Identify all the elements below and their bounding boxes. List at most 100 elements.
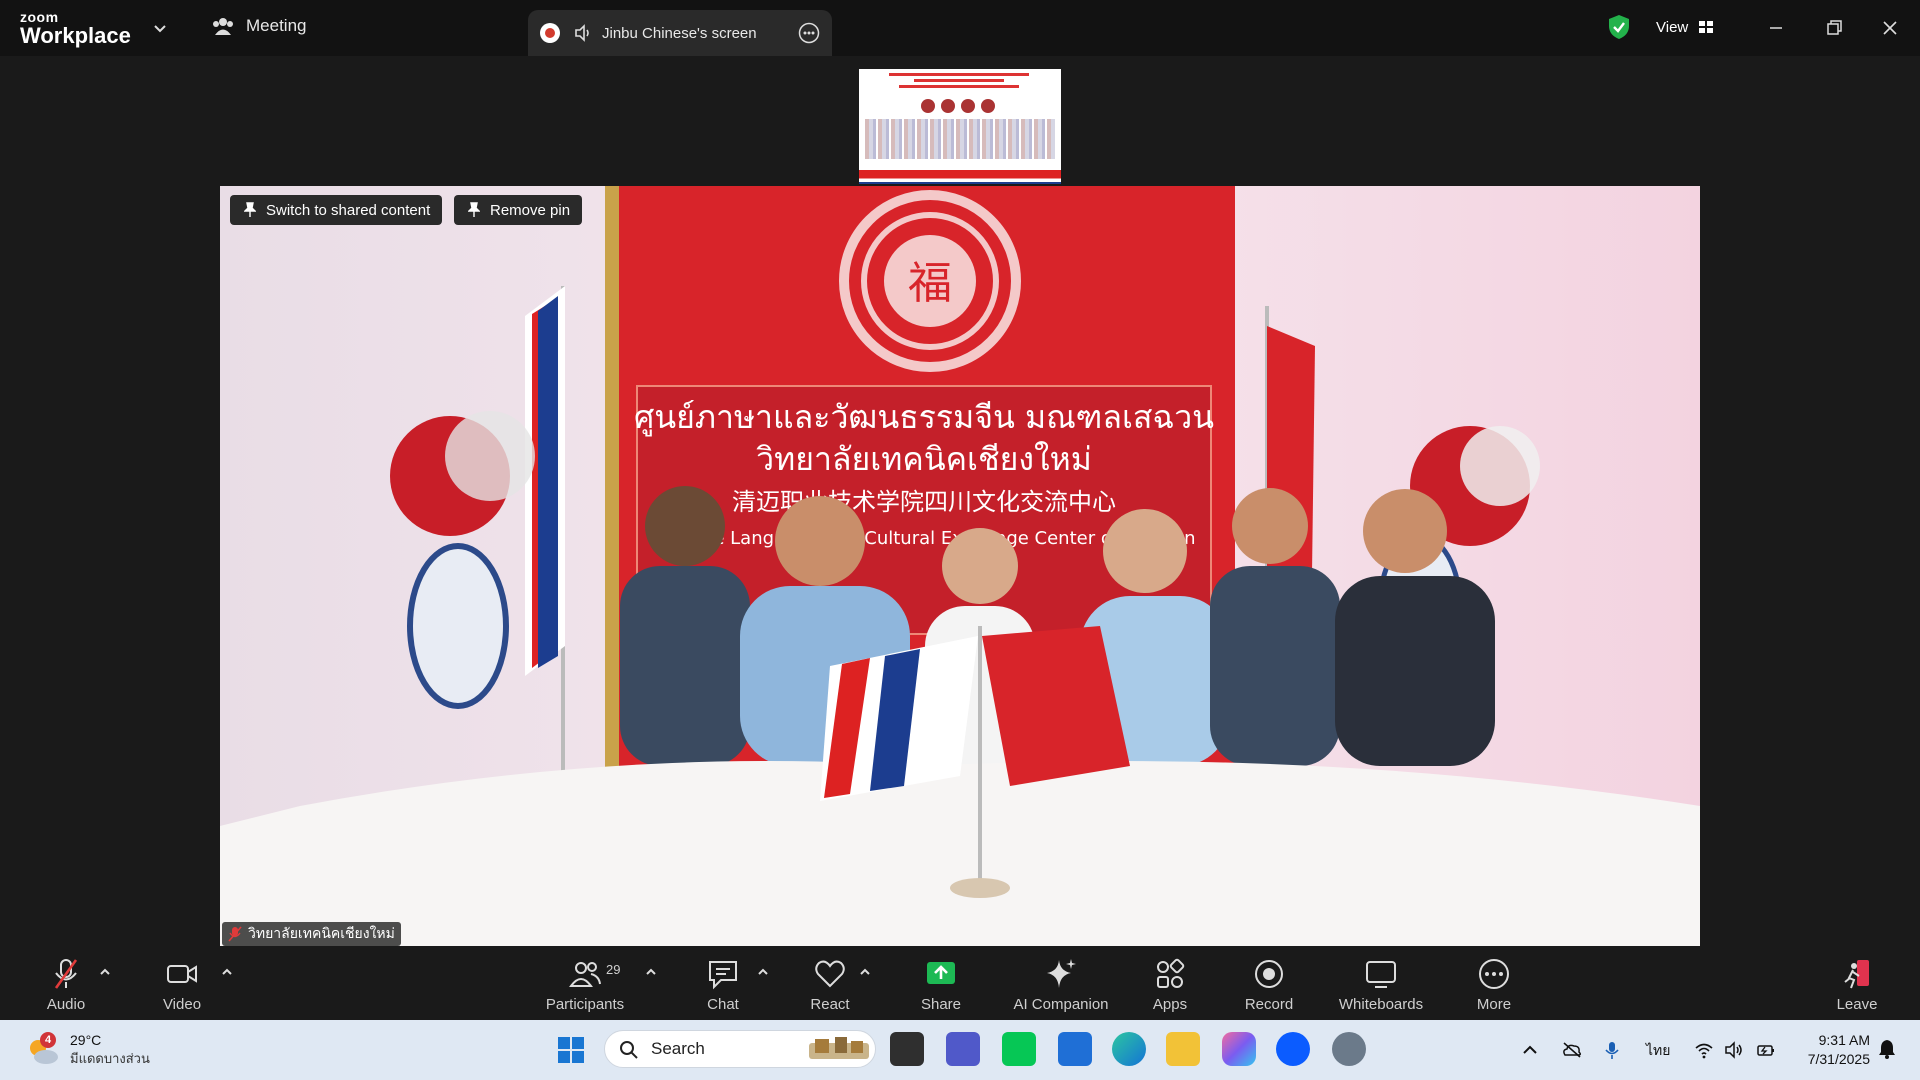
system-clock[interactable]: 9:31 AM 7/31/2025 bbox=[1790, 1031, 1870, 1069]
seal-character: 福 bbox=[908, 258, 952, 309]
share-label: Share bbox=[920, 996, 962, 1013]
taskbar-search[interactable]: Search bbox=[604, 1030, 876, 1068]
chevron-up-icon[interactable] bbox=[857, 964, 873, 980]
chat-label: Chat bbox=[707, 996, 739, 1013]
meeting-tab[interactable]: Meeting bbox=[212, 16, 306, 36]
react-label: React bbox=[810, 996, 850, 1013]
pinned-video[interactable]: 福 ศูนย์ภาษาและวัฒนธรรมจีน มณฑลเสฉวน วิทย… bbox=[220, 186, 1700, 946]
participants-icon bbox=[213, 18, 233, 35]
meeting-label: Meeting bbox=[246, 16, 307, 35]
file-explorer-icon[interactable] bbox=[1166, 1032, 1200, 1066]
more-button[interactable]: More bbox=[1434, 956, 1554, 1013]
search-icon bbox=[620, 1041, 638, 1059]
more-label: More bbox=[1476, 996, 1512, 1013]
close-icon[interactable] bbox=[1876, 14, 1904, 42]
thumbnail-flag-stripe bbox=[859, 160, 1061, 184]
record-label: Record bbox=[1244, 996, 1294, 1013]
switch-to-shared-content-button[interactable]: Switch to shared content bbox=[230, 195, 443, 225]
minimize-icon[interactable] bbox=[1762, 14, 1790, 42]
participant-name-badge: วิทยาลัยเทคนิคเชียงใหม่ bbox=[222, 922, 401, 946]
speaker-icon bbox=[575, 24, 589, 42]
remove-pin-button[interactable]: Remove pin bbox=[454, 195, 583, 225]
weather-widget[interactable]: 4 29°C มีแดดบางส่วน bbox=[26, 1031, 150, 1069]
restore-icon[interactable] bbox=[1820, 14, 1848, 42]
microphone-icon[interactable] bbox=[1602, 1040, 1622, 1060]
chevron-up-icon[interactable] bbox=[219, 964, 235, 980]
weather-temp: 29°C bbox=[70, 1032, 102, 1048]
participant-name: วิทยาลัยเทคนิคเชียงใหม่ bbox=[248, 925, 395, 941]
chevron-up-icon[interactable] bbox=[755, 964, 771, 980]
edge-icon[interactable] bbox=[1112, 1032, 1146, 1066]
share-screen-icon bbox=[927, 962, 955, 984]
pin-icon bbox=[244, 202, 256, 217]
meeting-toolbar: Audio Video Participants 29 Chat React S… bbox=[0, 950, 1920, 1020]
chevron-down-icon[interactable] bbox=[150, 18, 170, 38]
ai-companion-button[interactable]: AI Companion bbox=[1001, 956, 1121, 1013]
thumbnail-logos bbox=[921, 99, 995, 113]
view-button[interactable]: View bbox=[1640, 12, 1730, 42]
muted-mic-icon bbox=[54, 959, 78, 989]
logo-small-text: zoom bbox=[20, 9, 59, 25]
whiteboard-icon bbox=[1366, 961, 1396, 988]
search-highlight-icon bbox=[809, 1037, 869, 1059]
encryption-shield-icon[interactable] bbox=[1606, 14, 1632, 40]
leave-icon bbox=[1844, 960, 1869, 989]
notifications-icon[interactable] bbox=[1876, 1038, 1898, 1060]
apps-icon bbox=[1157, 958, 1185, 988]
record-button[interactable]: Record bbox=[1209, 956, 1329, 1013]
muted-mic-icon bbox=[228, 926, 242, 942]
heart-icon bbox=[815, 960, 845, 988]
shared-content-thumbnail[interactable] bbox=[859, 69, 1061, 184]
record-icon bbox=[1255, 960, 1283, 988]
banner-thai-line-1: ศูนย์ภาษาและวัฒนธรรมจีน มณฑลเสฉวน bbox=[634, 398, 1214, 437]
participants-button[interactable]: Participants bbox=[525, 956, 645, 1013]
screen-share-tab-label: Jinbu Chinese's screen bbox=[602, 24, 757, 42]
video-frame: 福 ศูนย์ภาษาและวัฒนธรรมจีน มณฑลเสฉวน วิทย… bbox=[220, 186, 1700, 946]
banner-thai-line-2: วิทยาลัยเทคนิคเชียงใหม่ bbox=[756, 440, 1092, 478]
video-label: Video bbox=[162, 996, 202, 1013]
chat-icon bbox=[709, 961, 737, 990]
task-view-icon[interactable] bbox=[890, 1032, 924, 1066]
windows-taskbar: 4 29°C มีแดดบางส่วน Search ไทย 9:31 AM 7… bbox=[0, 1020, 1920, 1080]
weather-icon: 4 bbox=[26, 1031, 60, 1066]
zoom-app-icon[interactable] bbox=[1276, 1032, 1310, 1066]
windows-start-icon[interactable] bbox=[556, 1035, 586, 1065]
sparkle-icon bbox=[1047, 959, 1076, 988]
screen-share-tab[interactable]: Jinbu Chinese's screen bbox=[528, 10, 832, 56]
weather-badge: 4 bbox=[40, 1031, 56, 1048]
settings-icon[interactable] bbox=[1332, 1032, 1366, 1066]
presenter-favicon-icon bbox=[540, 23, 560, 43]
teams-icon[interactable] bbox=[946, 1032, 980, 1066]
more-options-icon[interactable] bbox=[798, 22, 820, 44]
more-icon bbox=[1479, 959, 1509, 989]
chevron-up-icon[interactable] bbox=[643, 964, 659, 980]
remove-pin-label: Remove pin bbox=[490, 201, 571, 219]
thumbnail-text-line bbox=[899, 85, 1019, 88]
participants-icon bbox=[569, 962, 601, 987]
volume-icon[interactable] bbox=[1724, 1040, 1744, 1060]
whiteboards-button[interactable]: Whiteboards bbox=[1321, 956, 1441, 1013]
logo-big-text: Workplace bbox=[20, 23, 131, 48]
switch-to-shared-content-label: Switch to shared content bbox=[266, 201, 431, 219]
onedrive-icon[interactable] bbox=[1562, 1040, 1582, 1060]
share-button[interactable]: Share bbox=[881, 956, 1001, 1013]
grid-view-icon bbox=[1699, 21, 1714, 33]
copilot-icon[interactable] bbox=[1222, 1032, 1256, 1066]
zoom-workplace-logo[interactable]: zoom Workplace bbox=[20, 10, 131, 47]
thumbnail-text-line bbox=[914, 79, 1004, 82]
thumbnail-text-line bbox=[889, 73, 1029, 76]
participants-count: 29 bbox=[606, 962, 621, 977]
participants-label: Participants bbox=[545, 996, 625, 1013]
leave-button[interactable]: Leave bbox=[1797, 956, 1917, 1013]
video-camera-icon bbox=[167, 965, 197, 983]
wifi-icon[interactable] bbox=[1694, 1040, 1714, 1060]
battery-icon[interactable] bbox=[1756, 1040, 1776, 1060]
clock-date: 7/31/2025 bbox=[1807, 1051, 1870, 1067]
view-label: View bbox=[1656, 18, 1689, 36]
chevron-up-icon[interactable] bbox=[97, 964, 113, 980]
weather-desc: มีแดดบางส่วน bbox=[70, 1051, 150, 1066]
microsoft-store-icon[interactable] bbox=[1058, 1032, 1092, 1066]
chevron-up-icon[interactable] bbox=[1520, 1040, 1540, 1060]
line-icon[interactable] bbox=[1002, 1032, 1036, 1066]
input-language[interactable]: ไทย bbox=[1646, 1040, 1670, 1062]
